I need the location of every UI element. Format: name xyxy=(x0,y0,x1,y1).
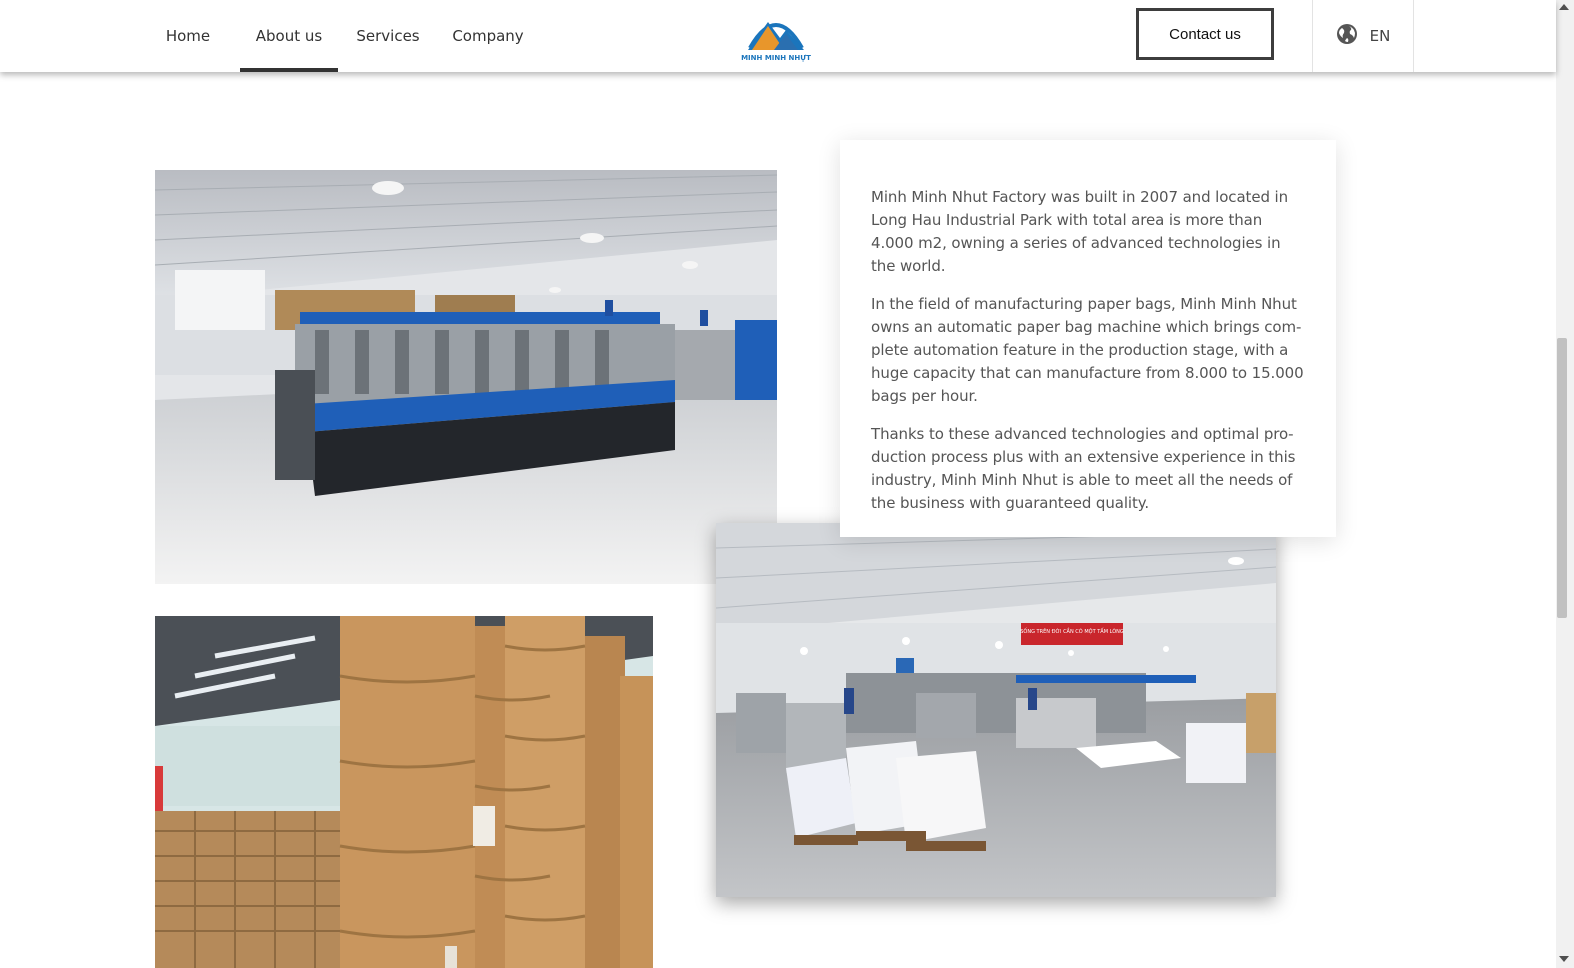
about-paragraph-2: In the field of manufacturing paper bags… xyxy=(871,295,1304,405)
svg-text:MINH MINH NHỰT: MINH MINH NHỰT xyxy=(741,54,811,62)
nav-services[interactable]: Services xyxy=(350,0,426,72)
scroll-down-icon[interactable] xyxy=(1559,956,1569,962)
header-divider xyxy=(1413,0,1414,72)
paper-rolls-warehouse-photo xyxy=(155,616,653,968)
page: Home About us Services Company MINH MINH… xyxy=(0,0,1574,968)
factory-floor-photo: SỐNG TRÊN ĐỜI CẦN CÓ MỘT TẤM LÒNG xyxy=(716,523,1276,897)
scroll-up-icon[interactable] xyxy=(1559,4,1569,10)
language-label: EN xyxy=(1369,27,1391,45)
globe-icon xyxy=(1336,23,1358,49)
top-navigation: Home About us Services Company MINH MINH… xyxy=(0,0,1556,72)
nav-home[interactable]: Home xyxy=(156,0,220,72)
nav-company[interactable]: Company xyxy=(446,0,530,72)
about-text-card: Minh Minh Nhut Factory was built in 2007… xyxy=(840,140,1336,537)
factory-machine-photo xyxy=(155,170,777,584)
language-selector[interactable]: EN xyxy=(1313,0,1413,72)
scrollbar-thumb[interactable] xyxy=(1557,338,1567,618)
about-paragraph-1: Minh Minh Nhut Factory was built in 2007… xyxy=(871,188,1289,275)
factory-banner-text: SỐNG TRÊN ĐỜI CẦN CÓ MỘT TẤM LÒNG xyxy=(1020,627,1124,635)
about-paragraph-3: Thanks to these advanced technologies an… xyxy=(871,425,1296,512)
contact-us-button[interactable]: Contact us xyxy=(1136,8,1274,60)
nav-about-us[interactable]: About us xyxy=(240,0,338,72)
company-logo[interactable]: MINH MINH NHỰT xyxy=(740,10,812,62)
